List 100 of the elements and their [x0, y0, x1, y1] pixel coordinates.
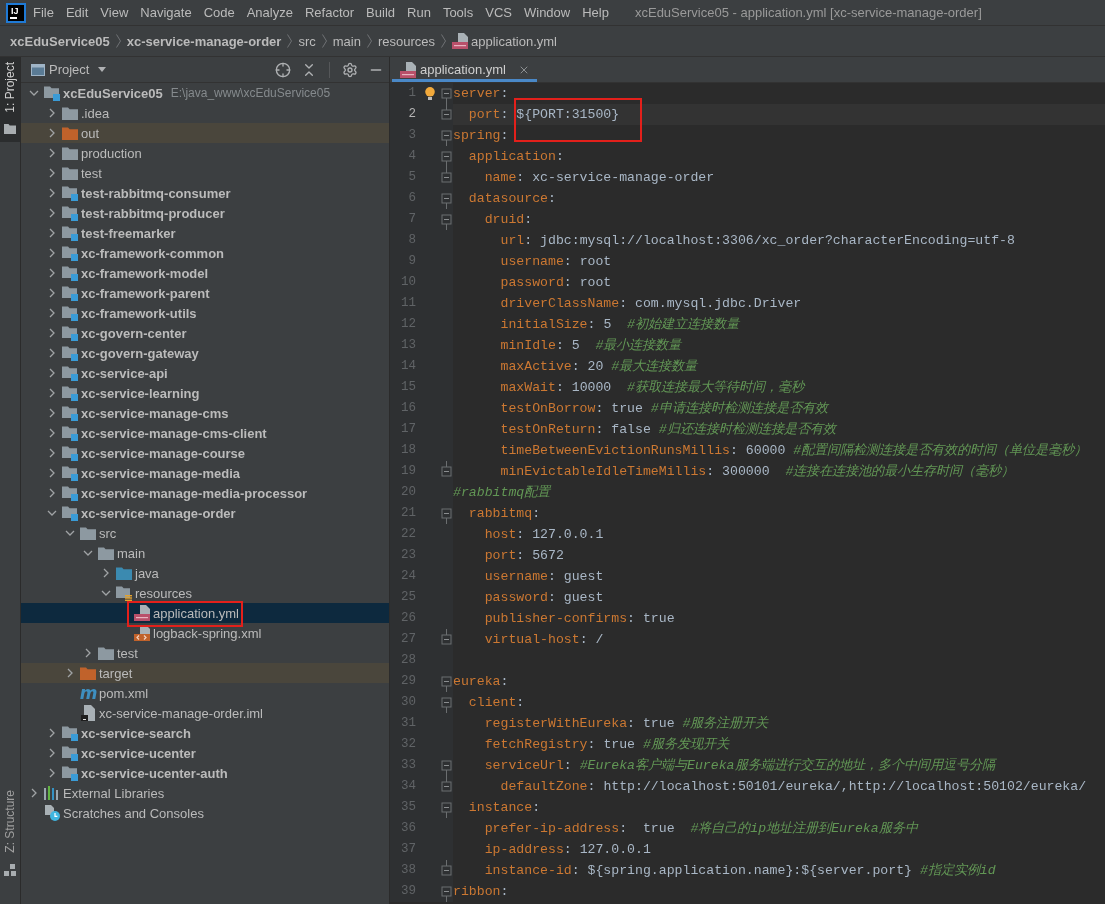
chevron-right-icon[interactable]	[49, 288, 55, 298]
chevron-right-icon[interactable]	[49, 448, 55, 458]
tree-item[interactable]: xc-service-manage-media-processor	[21, 483, 389, 503]
breadcrumb-item[interactable]: application.yml	[446, 33, 563, 49]
chevron-right-icon[interactable]	[49, 768, 55, 778]
menu-item[interactable]: Window	[517, 0, 577, 25]
tree-item[interactable]: xc-framework-utils	[21, 303, 389, 323]
tool-window-tab[interactable]: Z: Structure	[0, 785, 20, 884]
tree-item[interactable]: test-rabbitmq-consumer	[21, 183, 389, 203]
chevron-down-icon[interactable]	[83, 550, 93, 556]
fold-marker-icon[interactable]	[441, 676, 452, 692]
chevron-right-icon[interactable]	[49, 108, 55, 118]
chevron-right-icon[interactable]	[49, 248, 55, 258]
tree-item[interactable]: logback-spring.xml	[21, 623, 389, 643]
tree-item[interactable]: External Libraries	[21, 783, 389, 803]
chevron-right-icon[interactable]	[49, 168, 55, 178]
menu-item[interactable]: Help	[576, 0, 615, 25]
tree-item[interactable]: Scratches and Consoles	[21, 803, 389, 823]
breadcrumb-item[interactable]: xcEduService05	[4, 33, 116, 49]
chevron-right-icon[interactable]	[49, 268, 55, 278]
fold-marker-icon[interactable]	[441, 697, 452, 713]
menu-item[interactable]: Build	[360, 0, 401, 25]
menu-item[interactable]: Navigate	[134, 0, 198, 25]
tree-item[interactable]: xc-service-api	[21, 363, 389, 383]
tree-item[interactable]: xc-service-ucenter	[21, 743, 389, 763]
fold-marker-icon[interactable]	[441, 167, 452, 183]
tree-item[interactable]: xc-service-manage-course	[21, 443, 389, 463]
fold-marker-icon[interactable]	[441, 508, 452, 524]
tree-item[interactable]: xc-service-manage-cms	[21, 403, 389, 423]
tree-item[interactable]: xc-govern-center	[21, 323, 389, 343]
tree-item[interactable]: xc-framework-common	[21, 243, 389, 263]
fold-marker-icon[interactable]	[441, 802, 452, 818]
fold-marker-icon[interactable]	[441, 629, 452, 645]
chevron-right-icon[interactable]	[49, 148, 55, 158]
menu-item[interactable]: Refactor	[298, 0, 361, 25]
lightbulb-icon[interactable]	[425, 87, 435, 100]
chevron-right-icon[interactable]	[67, 668, 73, 678]
breadcrumb-item[interactable]: main	[326, 33, 367, 49]
menu-item[interactable]: File	[27, 0, 60, 25]
tree-item[interactable]: resources	[21, 583, 389, 603]
chevron-right-icon[interactable]	[49, 388, 55, 398]
view-selector[interactable]: Project	[31, 62, 107, 77]
chevron-right-icon[interactable]	[31, 788, 37, 798]
tree-item[interactable]: xc-framework-model	[21, 263, 389, 283]
chevron-right-icon[interactable]	[49, 228, 55, 238]
menu-item[interactable]: Tools	[436, 0, 480, 25]
menu-item[interactable]: VCS	[479, 0, 518, 25]
tree-item[interactable]: xc-framework-parent	[21, 283, 389, 303]
chevron-right-icon[interactable]	[49, 348, 55, 358]
tree-item[interactable]: test-rabbitmq-producer	[21, 203, 389, 223]
tree-item[interactable]: xc-service-manage-cms-client	[21, 423, 389, 443]
tree-item[interactable]: target	[21, 663, 389, 683]
menu-item[interactable]: Analyze	[240, 0, 299, 25]
fold-marker-icon[interactable]	[441, 776, 452, 792]
fold-marker-icon[interactable]	[441, 214, 452, 230]
tree-item[interactable]: main	[21, 543, 389, 563]
tree-item[interactable]: m pom.xml	[21, 683, 389, 703]
tree-item[interactable]: xc-service-search	[21, 723, 389, 743]
tree-item[interactable]: src	[21, 523, 389, 543]
fold-marker-icon[interactable]	[441, 193, 452, 209]
chevron-right-icon[interactable]	[49, 468, 55, 478]
fold-marker-icon[interactable]	[441, 760, 452, 776]
tree-item[interactable]: test-freemarker	[21, 223, 389, 243]
tree-item[interactable]: production	[21, 143, 389, 163]
chevron-right-icon[interactable]	[49, 128, 55, 138]
fold-marker-icon[interactable]	[441, 130, 452, 146]
tree-item[interactable]: test	[21, 643, 389, 663]
tree-item[interactable]: xc-govern-gateway	[21, 343, 389, 363]
chevron-right-icon[interactable]	[49, 408, 55, 418]
tree-item[interactable]: xc-service-manage-media	[21, 463, 389, 483]
tree-item[interactable]: xc-service-manage-order	[21, 503, 389, 523]
crosshair-icon[interactable]	[275, 61, 291, 78]
tree-item[interactable]: xc-service-ucenter-auth	[21, 763, 389, 783]
chevron-right-icon[interactable]	[49, 748, 55, 758]
menu-item[interactable]: Run	[401, 0, 437, 25]
fold-marker-icon[interactable]	[441, 886, 452, 902]
chevron-right-icon[interactable]	[85, 648, 91, 658]
tree-item[interactable]: java	[21, 563, 389, 583]
chevron-down-icon[interactable]	[101, 590, 111, 596]
chevron-right-icon[interactable]	[49, 188, 55, 198]
chevron-right-icon[interactable]	[49, 728, 55, 738]
tree-item[interactable]: test	[21, 163, 389, 183]
fold-marker-icon[interactable]	[441, 461, 452, 477]
chevron-down-icon[interactable]	[65, 530, 75, 536]
tool-window-tab[interactable]: 1: Project	[0, 57, 20, 142]
tree-item[interactable]: xc-service-manage-order.iml	[21, 703, 389, 723]
fold-marker-icon[interactable]	[441, 104, 452, 120]
tree-item[interactable]: xc-service-learning	[21, 383, 389, 403]
breadcrumb-item[interactable]: resources	[371, 33, 441, 49]
menu-item[interactable]: Code	[197, 0, 241, 25]
menu-item[interactable]: Edit	[59, 0, 95, 25]
chevron-down-icon[interactable]	[29, 90, 39, 96]
settings-icon[interactable]	[342, 61, 358, 78]
breadcrumb-item[interactable]: src	[292, 33, 322, 49]
tree-item[interactable]: .idea	[21, 103, 389, 123]
chevron-down-icon[interactable]	[47, 510, 57, 516]
fold-marker-icon[interactable]	[441, 860, 452, 876]
menu-item[interactable]: View	[94, 0, 135, 25]
chevron-right-icon[interactable]	[103, 568, 109, 578]
chevron-right-icon[interactable]	[49, 308, 55, 318]
